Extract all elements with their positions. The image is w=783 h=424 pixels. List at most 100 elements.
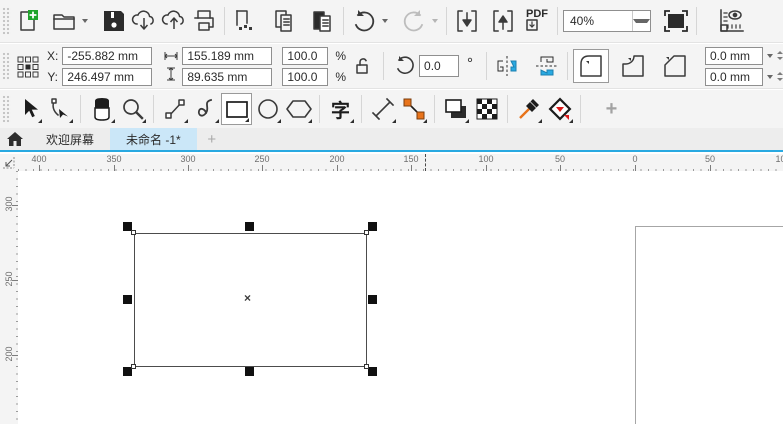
lock-ratio-button[interactable]	[348, 50, 378, 82]
pattern-fill-tool[interactable]	[471, 93, 502, 125]
shape-tool[interactable]	[44, 93, 75, 125]
dimension-tool[interactable]	[367, 93, 398, 125]
ellipse-tool[interactable]	[252, 93, 283, 125]
cloud-upload-icon	[160, 8, 188, 34]
corner-node-top-left[interactable]	[131, 230, 136, 235]
toolbar-grip[interactable]	[2, 7, 11, 35]
fullscreen-preview-button[interactable]	[661, 5, 691, 37]
redo-button[interactable]	[399, 5, 429, 37]
drop-shadow-tool[interactable]	[440, 93, 471, 125]
round-corner-button[interactable]	[573, 49, 609, 83]
pick-tool[interactable]	[13, 93, 44, 125]
open-folder-icon	[51, 8, 77, 34]
polygon-icon	[286, 97, 312, 121]
toolbox-separator	[319, 95, 320, 123]
y-position-input[interactable]: 246.497 mm	[62, 68, 152, 86]
selection-handle-middle-right[interactable]	[368, 295, 377, 304]
ruler-cursor-marker	[425, 154, 426, 171]
zoom-level-dropdown[interactable]	[632, 11, 650, 31]
scale-x-input[interactable]: 100.0	[282, 47, 328, 65]
selection-handle-top-middle[interactable]	[245, 222, 254, 231]
import-button[interactable]	[452, 5, 482, 37]
ruler-origin-button[interactable]	[0, 154, 18, 171]
eyedropper-tool[interactable]	[513, 93, 544, 125]
cut-button[interactable]	[230, 5, 260, 37]
object-width-icon	[164, 52, 178, 60]
scale-x-percent: %	[335, 49, 346, 63]
rotation-angle-input[interactable]: 0.0	[419, 55, 459, 77]
selection-center-marker[interactable]: ×	[244, 291, 251, 305]
x-position-input[interactable]: -255.882 mm	[62, 47, 152, 65]
selection-handle-middle-left[interactable]	[123, 295, 132, 304]
selection-handle-top-right[interactable]	[368, 222, 377, 231]
open-button[interactable]	[49, 5, 79, 37]
freehand-tool[interactable]	[159, 93, 190, 125]
paste-button[interactable]	[308, 5, 338, 37]
toolbar-grip[interactable]	[2, 52, 11, 80]
zoom-level-combobox[interactable]: 40%	[563, 10, 651, 32]
chevron-down-icon	[633, 19, 650, 23]
curve-tool[interactable]	[190, 93, 221, 125]
export-button[interactable]	[488, 5, 518, 37]
object-height-input[interactable]: 89.635 mm	[182, 68, 272, 86]
selection-handle-bottom-middle[interactable]	[245, 367, 254, 376]
tab-welcome-screen[interactable]: 欢迎屏幕	[30, 128, 110, 150]
open-dropdown-arrow[interactable]	[82, 19, 88, 23]
scale-y-input[interactable]: 100.0	[282, 68, 328, 86]
zoom-level-value: 40%	[564, 14, 632, 28]
toolbar-separator	[696, 7, 697, 35]
corner-radius-top-spinner[interactable]	[777, 51, 783, 60]
vertical-ruler[interactable]: 300 250 200	[0, 171, 18, 424]
toolbar-separator	[486, 52, 487, 80]
eraser-tool[interactable]	[86, 93, 117, 125]
corner-radius-top-dropdown[interactable]	[767, 54, 773, 58]
ruler-label: 200	[323, 154, 351, 164]
horizontal-ruler[interactable]: 400 350 300 250 200 150 100 50 0 50 100	[18, 154, 783, 171]
corner-node-bottom-right[interactable]	[364, 364, 369, 369]
ruler-eye-icon	[716, 7, 746, 35]
redo-dropdown-arrow[interactable]	[432, 19, 438, 23]
print-button[interactable]	[189, 5, 219, 37]
undo-dropdown-arrow[interactable]	[382, 19, 388, 23]
selection-handle-bottom-right[interactable]	[368, 367, 377, 376]
undo-button[interactable]	[349, 5, 379, 37]
mirror-horizontal-button[interactable]	[492, 50, 522, 82]
corner-radius-bottom-input[interactable]: 0.0 mm	[705, 68, 763, 86]
corner-node-bottom-left[interactable]	[131, 364, 136, 369]
chamfered-corner-button[interactable]	[657, 49, 693, 83]
scalloped-corner-button[interactable]	[615, 49, 651, 83]
eraser-icon	[91, 97, 113, 121]
redo-icon	[400, 8, 428, 34]
save-icon	[101, 8, 127, 34]
add-tool-button[interactable]: +	[596, 93, 627, 125]
object-width-input[interactable]: 155.189 mm	[182, 47, 272, 65]
home-tab-button[interactable]	[0, 128, 30, 150]
corner-radius-bottom-spinner[interactable]	[777, 72, 783, 81]
copy-icon	[272, 8, 298, 34]
save-button[interactable]	[99, 5, 129, 37]
show-rulers-button[interactable]	[716, 5, 746, 37]
text-tool[interactable]: 字	[325, 93, 356, 125]
scale-y-value: 100.0	[287, 70, 317, 84]
polygon-tool[interactable]	[283, 93, 314, 125]
interactive-fill-tool[interactable]	[544, 93, 575, 125]
cloud-download-button[interactable]	[129, 5, 159, 37]
tab-untitled-document[interactable]: 未命名 -1*	[110, 128, 197, 150]
corner-node-top-right[interactable]	[364, 230, 369, 235]
cloud-upload-button[interactable]	[159, 5, 189, 37]
undo-icon	[350, 8, 378, 34]
toolbar-grip[interactable]	[2, 95, 11, 123]
toolbox-separator	[507, 95, 508, 123]
publish-pdf-button[interactable]: PDF	[522, 5, 552, 37]
rectangle-tool[interactable]	[221, 93, 252, 125]
import-icon	[454, 8, 480, 34]
zoom-tool[interactable]	[117, 93, 148, 125]
corner-radius-top-input[interactable]: 0.0 mm	[705, 47, 763, 65]
mirror-vertical-button[interactable]	[532, 50, 562, 82]
drawing-canvas[interactable]: ×	[18, 171, 783, 424]
corner-radius-bottom-dropdown[interactable]	[767, 75, 773, 79]
copy-button[interactable]	[270, 5, 300, 37]
new-document-button[interactable]	[13, 5, 43, 37]
connector-tool[interactable]	[398, 93, 429, 125]
new-tab-button[interactable]: +	[197, 128, 227, 150]
